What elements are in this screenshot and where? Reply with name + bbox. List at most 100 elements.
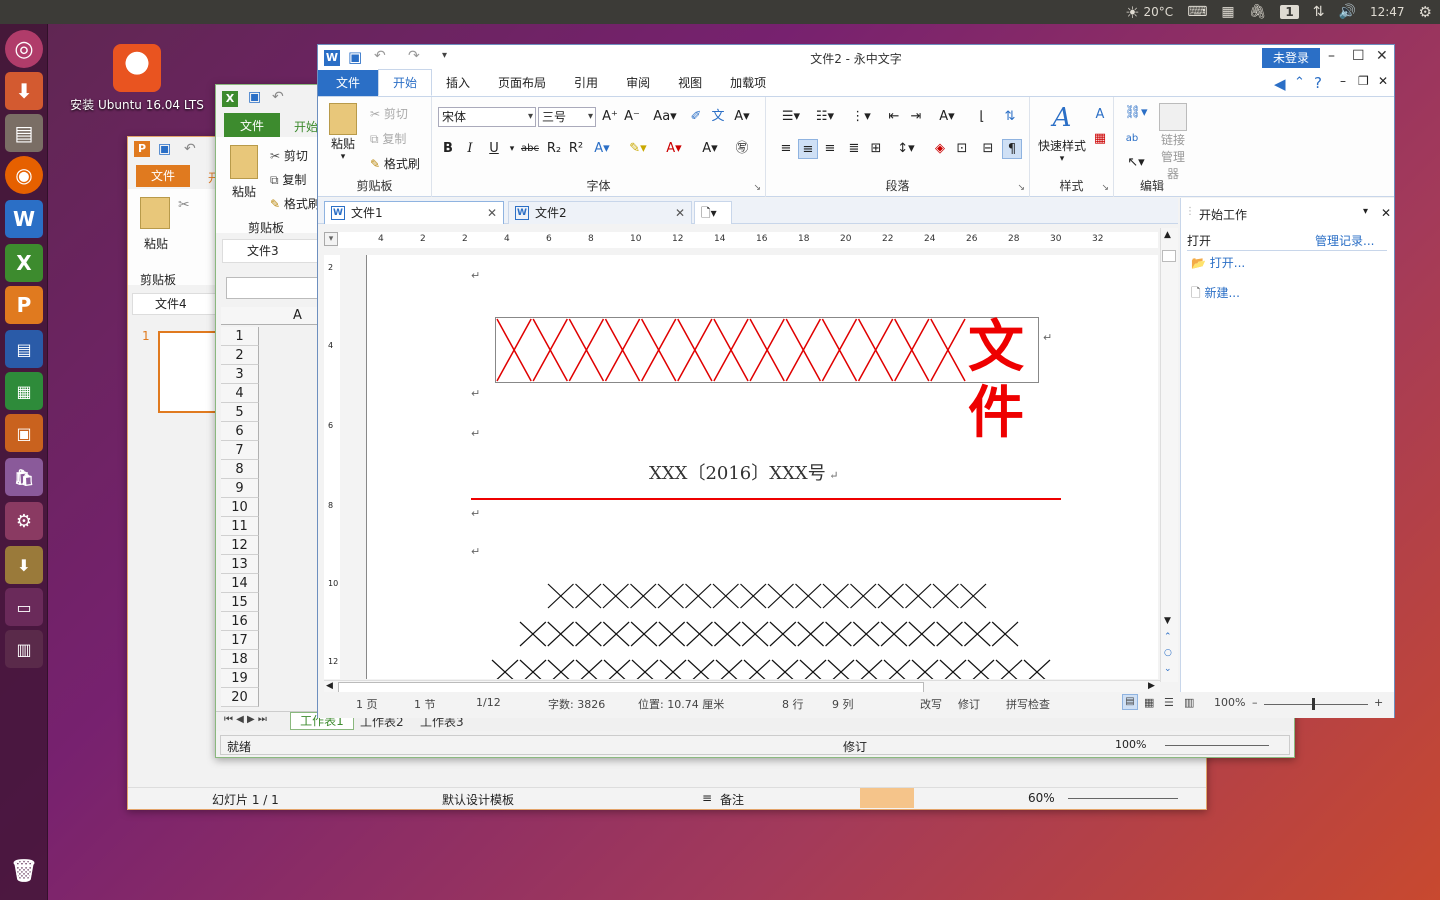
asian-layout-icon[interactable]: A▾: [932, 107, 962, 127]
row-header[interactable]: 14: [221, 574, 259, 593]
row-header[interactable]: 2: [221, 346, 259, 365]
sheet-file-tab[interactable]: 文件: [224, 113, 280, 137]
desktop-icon-install-ubuntu[interactable]: 安装 Ubuntu 16.04 LTS: [62, 44, 212, 113]
row-header[interactable]: 15: [221, 593, 259, 612]
shading-icon[interactable]: ◈: [930, 139, 950, 159]
sort-icon[interactable]: ⇅: [1000, 107, 1020, 127]
row-header[interactable]: 5: [221, 403, 259, 422]
row-header[interactable]: 11: [221, 517, 259, 536]
revision-status[interactable]: 修订: [843, 738, 867, 755]
nav-back-icon[interactable]: ◀: [1274, 75, 1286, 93]
find-icon[interactable]: ⛓▾: [1122, 103, 1150, 123]
paste-icon[interactable]: [230, 145, 258, 179]
bold-button[interactable]: B: [438, 139, 458, 159]
strikethrough-button[interactable]: abc: [518, 139, 542, 159]
font-size-select[interactable]: 三号: [538, 107, 596, 127]
installer-icon[interactable]: ⬇: [5, 72, 43, 110]
menu-layout[interactable]: 页面布局: [484, 70, 560, 96]
name-box[interactable]: [226, 277, 318, 299]
files-icon[interactable]: ▤: [5, 114, 43, 152]
row-header[interactable]: 17: [221, 631, 259, 650]
row-header[interactable]: 1: [221, 327, 259, 346]
row-header[interactable]: 16: [221, 612, 259, 631]
ruler-toggle-icon[interactable]: ▾: [324, 232, 338, 246]
spell-check-button[interactable]: 拼写检查: [1006, 696, 1050, 712]
libreoffice-writer-icon[interactable]: ▤: [5, 330, 43, 368]
link-manager-button[interactable]: 链接 管理器: [1156, 103, 1190, 182]
browse-object-icon[interactable]: ○: [1164, 648, 1172, 658]
row-header[interactable]: 4: [221, 384, 259, 403]
row-header[interactable]: 3: [221, 365, 259, 384]
sheet-doc-tab[interactable]: 文件3: [222, 239, 318, 263]
scroll-left-icon[interactable]: ◀: [326, 681, 333, 691]
zoom-in-icon[interactable]: +: [1374, 696, 1383, 709]
outline-view-icon[interactable]: ☰: [1164, 696, 1174, 709]
row-header[interactable]: 6: [221, 422, 259, 441]
row-header[interactable]: 8: [221, 460, 259, 479]
line-break-icon[interactable]: ⌊: [972, 107, 992, 127]
cut-button[interactable]: ✂ 剪切: [270, 147, 308, 164]
scissors-icon[interactable]: ✂: [178, 197, 190, 213]
libreoffice-impress-icon[interactable]: ▣: [5, 414, 43, 452]
cut-button[interactable]: ✂ 剪切: [370, 105, 408, 122]
weather-indicator[interactable]: ☀ 20°C: [1125, 3, 1173, 22]
slide-thumbnail[interactable]: [158, 331, 218, 413]
zoom-slider[interactable]: [1264, 704, 1368, 705]
status-word-count[interactable]: 字数: 3826: [548, 696, 605, 712]
zoom-out-icon[interactable]: –: [1252, 696, 1258, 709]
normal-view-button[interactable]: [860, 788, 914, 808]
overwrite-toggle[interactable]: 改写: [920, 696, 942, 712]
align-center-icon[interactable]: ≡: [798, 139, 818, 159]
superscript-icon[interactable]: R²: [566, 139, 586, 159]
keyboard-icon[interactable]: ⌨: [1187, 4, 1207, 20]
row-header[interactable]: 20: [221, 688, 259, 707]
row-header[interactable]: 10: [221, 498, 259, 517]
decrease-indent-icon[interactable]: ⇤: [884, 107, 904, 127]
scroll-thumb[interactable]: [1162, 250, 1176, 262]
line-spacing-icon[interactable]: ↕▾: [892, 139, 920, 159]
paste-icon[interactable]: [140, 197, 170, 229]
present-file-tab[interactable]: 文件: [136, 165, 190, 187]
sheet-start-tab[interactable]: 开始: [294, 118, 318, 135]
highlight-icon[interactable]: ✎▾: [628, 139, 648, 159]
dash-home-icon[interactable]: ◎: [5, 30, 43, 68]
text-effect-icon[interactable]: A▾: [592, 139, 612, 159]
clock[interactable]: 12:47: [1370, 5, 1405, 19]
software-updater-icon[interactable]: ⬇: [5, 546, 43, 584]
column-a-header[interactable]: A: [293, 308, 302, 323]
zoom-slider[interactable]: [1165, 745, 1269, 746]
paste-button[interactable]: 粘贴 ▾: [326, 103, 360, 162]
notes-button[interactable]: 备注: [720, 791, 744, 808]
italic-button[interactable]: I: [460, 139, 480, 159]
save-icon[interactable]: ▣: [158, 141, 171, 157]
select-icon[interactable]: ↖▾: [1122, 153, 1150, 173]
distribute-icon[interactable]: ⊞: [866, 139, 886, 159]
grow-font-icon[interactable]: A⁺: [600, 107, 620, 127]
menu-view[interactable]: 视图: [664, 70, 716, 96]
menu-review[interactable]: 审阅: [612, 70, 664, 96]
system-settings-icon[interactable]: ⚙: [5, 502, 43, 540]
document-page[interactable]: ↵ 文件 ↵ ↵ ↵ XXX〔2016〕XXX号 ↵ ↵ ↵: [366, 255, 1158, 679]
scroll-down-icon[interactable]: ▼: [1164, 616, 1171, 626]
style-manage-icon[interactable]: ▦: [1090, 129, 1110, 149]
change-case-icon[interactable]: Aa▾: [650, 107, 680, 127]
format-painter-button[interactable]: ✎ 格式刷: [270, 195, 320, 212]
font-color-icon[interactable]: A▾: [664, 139, 684, 159]
row-header[interactable]: 18: [221, 650, 259, 669]
vertical-ruler[interactable]: 2 4 6 8 10 12: [324, 255, 340, 679]
justify-icon[interactable]: ≣: [844, 139, 864, 159]
align-left-icon[interactable]: ≡: [776, 139, 796, 159]
close-tab-icon[interactable]: ✕: [675, 202, 685, 224]
close-tab-icon[interactable]: ✕: [487, 202, 497, 224]
menu-start[interactable]: 开始: [378, 69, 433, 96]
reading-view-icon[interactable]: ▥: [1184, 696, 1194, 709]
zoom-slider-thumb[interactable]: [1312, 698, 1315, 710]
scroll-right-icon[interactable]: ▶: [1148, 681, 1155, 691]
bullet-list-icon[interactable]: ☰▾: [776, 107, 806, 127]
notes-icon[interactable]: ≡: [702, 791, 712, 805]
doc-tab-2[interactable]: W 文件2 ✕: [508, 201, 692, 224]
collapse-ribbon-icon[interactable]: ⌃: [1294, 75, 1305, 90]
char-shading-icon[interactable]: A▾: [700, 139, 720, 159]
sheet-app-icon[interactable]: X: [5, 244, 43, 282]
row-header[interactable]: 13: [221, 555, 259, 574]
